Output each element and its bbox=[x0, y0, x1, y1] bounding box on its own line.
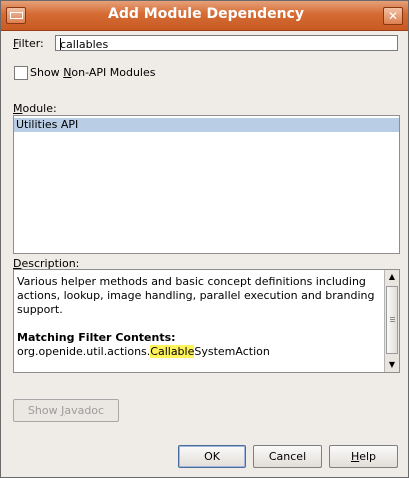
filter-label: Filter: bbox=[13, 37, 44, 50]
dialog-title: Add Module Dependency bbox=[108, 6, 304, 22]
description-area[interactable]: Various helper methods and basic concept… bbox=[13, 269, 400, 373]
scrollbar-thumb[interactable] bbox=[386, 286, 398, 354]
scroll-up-arrow-icon[interactable]: ▲ bbox=[385, 270, 399, 284]
module-list-item[interactable]: Utilities API bbox=[14, 118, 399, 132]
module-label: Module: bbox=[13, 102, 57, 115]
window-menu-icon[interactable] bbox=[6, 7, 26, 24]
matching-heading: Matching Filter Contents: bbox=[17, 331, 176, 344]
add-module-dependency-dialog: Add Module Dependency ✕ Filter: callable… bbox=[0, 0, 409, 478]
help-button[interactable]: Help bbox=[329, 445, 398, 468]
filter-value: callables bbox=[60, 38, 109, 51]
description-scrollbar[interactable]: ▲ ▼ bbox=[384, 270, 399, 372]
filter-match-highlight: Callable bbox=[150, 345, 195, 358]
matching-class: org.openide.util.actions.CallableSystemA… bbox=[17, 345, 270, 358]
show-non-api-label[interactable]: Show Non-API Modules bbox=[30, 66, 155, 79]
show-javadoc-button[interactable]: Show Javadoc bbox=[13, 399, 119, 422]
description-body: Various helper methods and basic concept… bbox=[17, 275, 375, 316]
close-icon[interactable]: ✕ bbox=[383, 7, 403, 25]
cancel-button[interactable]: Cancel bbox=[253, 445, 322, 468]
text-caret bbox=[60, 38, 61, 50]
title-bar[interactable]: Add Module Dependency ✕ bbox=[1, 1, 408, 31]
show-non-api-checkbox[interactable] bbox=[14, 66, 28, 80]
ok-button[interactable]: OK bbox=[178, 445, 246, 468]
module-list[interactable]: Utilities API bbox=[13, 115, 400, 254]
description-text: Various helper methods and basic concept… bbox=[17, 275, 379, 359]
scroll-down-arrow-icon[interactable]: ▼ bbox=[385, 358, 399, 372]
filter-input[interactable]: callables bbox=[55, 35, 398, 51]
